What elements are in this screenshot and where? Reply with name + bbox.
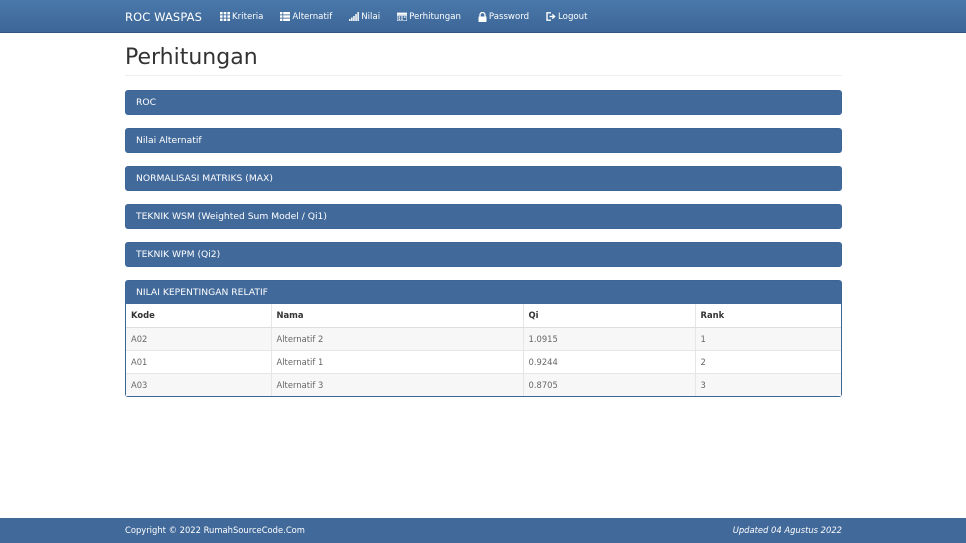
nav-item-kriteria[interactable]: Kriteria [220, 12, 263, 22]
table-header-row: Kode Nama Qi Rank [126, 304, 841, 328]
table-row: A01 Alternatif 1 0.9244 2 [126, 349, 841, 373]
nav-label-kriteria: Kriteria [232, 11, 264, 22]
navbar: ROC WASPAS Kriteria Alternatif Nilai Per… [0, 0, 966, 33]
footer: Copyright © 2022 RumahSourceCode.Com Upd… [0, 518, 966, 543]
navbar-inner: ROC WASPAS Kriteria Alternatif Nilai Per… [125, 0, 604, 33]
footer-copyright: Copyright © 2022 RumahSourceCode.Com [125, 525, 305, 535]
nav-item-nilai[interactable]: Nilai [349, 12, 380, 22]
nav-label-nilai: Nilai [361, 11, 381, 22]
column-header-rank: Rank [694, 304, 841, 328]
column-header-kode: Kode [126, 304, 271, 328]
panel-heading-nilai-kepentingan[interactable]: NILAI KEPENTINGAN RELATIF [126, 281, 841, 304]
brand-link[interactable]: ROC WASPAS [125, 10, 202, 24]
cell-nama: Alternatif 1 [270, 349, 523, 373]
column-header-nama: Nama [270, 304, 523, 328]
cell-rank: 1 [694, 326, 841, 350]
result-table: Kode Nama Qi Rank A02 Alternatif 2 1.091… [126, 304, 841, 396]
panel-heading-nilai-alternatif[interactable]: Nilai Alternatif [126, 129, 841, 152]
nav-label-perhitungan: Perhitungan [409, 11, 461, 22]
panel-wsm: TEKNIK WSM (Weighted Sum Model / Qi1) [125, 204, 842, 229]
nav-label-alternatif: Alternatif [292, 11, 333, 22]
panel-nilai-kepentingan-relatif: NILAI KEPENTINGAN RELATIF Kode Nama Qi R… [125, 280, 842, 397]
logout-icon [546, 12, 556, 21]
cell-nama: Alternatif 3 [270, 372, 523, 396]
cell-rank: 3 [694, 372, 841, 396]
calendar-icon [397, 12, 408, 21]
cell-qi: 0.8705 [522, 372, 695, 396]
main-container: Perhitungan ROC Nilai Alternatif NORMALI… [125, 33, 842, 397]
footer-updated: Updated 04 Agustus 2022 [732, 525, 842, 535]
cell-qi: 0.9244 [522, 349, 695, 373]
table-row: A02 Alternatif 2 1.0915 1 [126, 326, 841, 350]
nav-item-logout[interactable]: Logout [546, 12, 587, 22]
nav-item-password[interactable]: Password [478, 11, 530, 22]
panel-heading-normalisasi[interactable]: NORMALISASI MATRIKS (MAX) [126, 167, 841, 190]
nav-label-password: Password [488, 11, 530, 22]
lock-icon [478, 11, 487, 22]
th-icon [220, 12, 231, 21]
table-row: A03 Alternatif 3 0.8705 3 [126, 372, 841, 396]
panel-heading-wpm[interactable]: TEKNIK WPM (Qi2) [126, 243, 841, 266]
page-title: Perhitungan [125, 33, 842, 76]
panel-nilai-alternatif: Nilai Alternatif [125, 128, 842, 153]
column-header-qi: Qi [522, 304, 695, 328]
cell-rank: 2 [694, 349, 841, 373]
signal-icon [349, 12, 360, 21]
cell-qi: 1.0915 [522, 326, 695, 350]
panel-normalisasi: NORMALISASI MATRIKS (MAX) [125, 166, 842, 191]
cell-nama: Alternatif 2 [270, 326, 523, 350]
panel-heading-wsm[interactable]: TEKNIK WSM (Weighted Sum Model / Qi1) [126, 205, 841, 228]
cell-kode: A03 [126, 372, 271, 396]
panel-roc: ROC [125, 90, 842, 115]
panel-heading-roc[interactable]: ROC [126, 91, 841, 114]
list-icon [280, 12, 291, 21]
nav-item-perhitungan[interactable]: Perhitungan [397, 12, 461, 22]
cell-kode: A02 [126, 326, 271, 350]
nav-item-alternatif[interactable]: Alternatif [280, 12, 332, 22]
panel-wpm: TEKNIK WPM (Qi2) [125, 242, 842, 267]
nav-label-logout: Logout [558, 11, 588, 22]
cell-kode: A01 [126, 349, 271, 373]
